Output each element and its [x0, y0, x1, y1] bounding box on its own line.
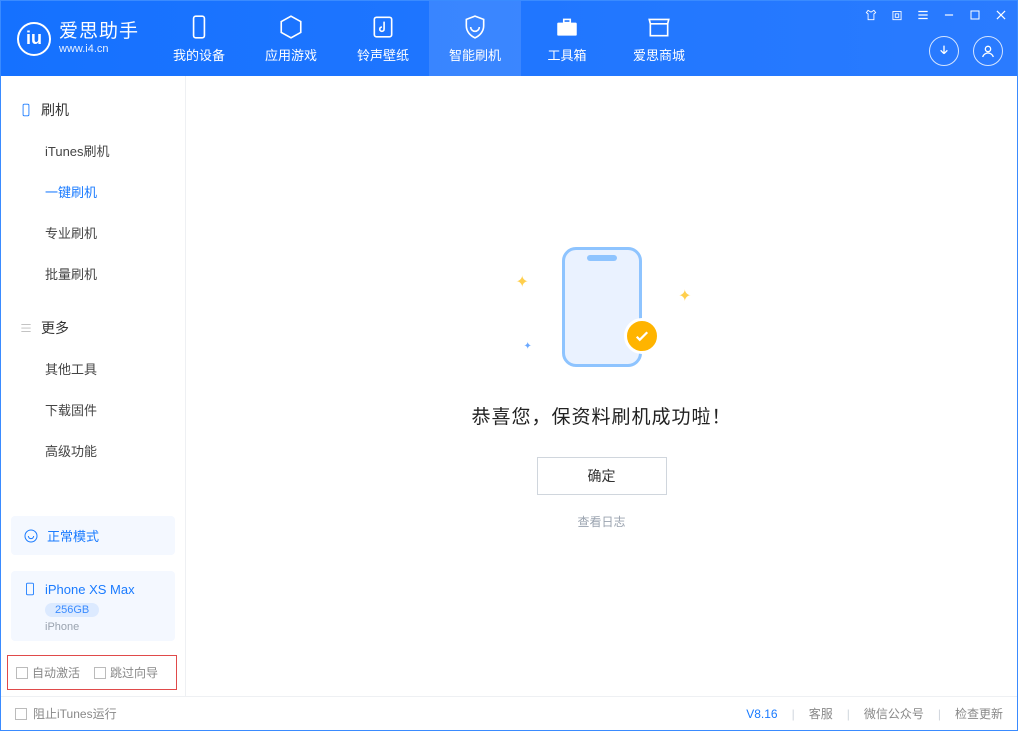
phone-icon [23, 581, 37, 597]
sidebar-item-download-firmware[interactable]: 下载固件 [1, 389, 185, 430]
header: iu 爱思助手 www.i4.cn 我的设备 应用游戏 铃声壁纸 智能刷机 [1, 1, 1017, 76]
download-icon[interactable] [929, 36, 959, 66]
app-name-en: www.i4.cn [59, 43, 139, 55]
nav-apps-games[interactable]: 应用游戏 [245, 1, 337, 76]
sparkle-icon: ✦ [524, 341, 532, 352]
minimize-button[interactable] [941, 7, 957, 23]
user-icon[interactable] [973, 36, 1003, 66]
close-button[interactable] [993, 7, 1009, 23]
device-icon [19, 103, 33, 117]
music-icon [369, 13, 397, 41]
device-capacity: 256GB [45, 603, 99, 617]
nav-label: 应用游戏 [265, 45, 317, 64]
window-controls [863, 7, 1009, 23]
logo[interactable]: iu 爱思助手 www.i4.cn [1, 22, 153, 56]
device-mode-label: 正常模式 [47, 526, 99, 545]
ok-button[interactable]: 确定 [537, 457, 667, 495]
options-highlight-box: 自动激活 跳过向导 [7, 655, 177, 690]
sidebar-group-label: 刷机 [41, 100, 69, 120]
device-info-box[interactable]: iPhone XS Max 256GB iPhone [11, 571, 175, 641]
sidebar-group-more: 更多 [1, 312, 185, 348]
nav-smart-flash[interactable]: 智能刷机 [429, 1, 521, 76]
store-icon [645, 13, 673, 41]
nav-ringtones-wallpapers[interactable]: 铃声壁纸 [337, 1, 429, 76]
logo-icon: iu [17, 22, 51, 56]
device-type: iPhone [45, 621, 163, 633]
nav-store[interactable]: 爱思商城 [613, 1, 705, 76]
sidebar-item-advanced[interactable]: 高级功能 [1, 430, 185, 471]
nav-toolbox[interactable]: 工具箱 [521, 1, 613, 76]
menu-icon[interactable] [915, 7, 931, 23]
sync-icon [23, 528, 39, 544]
nav-my-device[interactable]: 我的设备 [153, 1, 245, 76]
app-name-cn: 爱思助手 [59, 22, 139, 43]
success-message: 恭喜您，保资料刷机成功啦！ [471, 402, 731, 429]
sidebar-item-batch-flash[interactable]: 批量刷机 [1, 253, 185, 294]
device-mode-box[interactable]: 正常模式 [11, 516, 175, 555]
app-window: iu 爱思助手 www.i4.cn 我的设备 应用游戏 铃声壁纸 智能刷机 [0, 0, 1018, 731]
success-illustration: ✦ ✦ ✦ [512, 242, 692, 372]
list-icon [19, 321, 33, 335]
lock-icon[interactable] [889, 7, 905, 23]
nav-label: 铃声壁纸 [357, 45, 409, 64]
sparkle-icon: ✦ [516, 272, 529, 292]
header-action-icons [929, 36, 1003, 66]
checkbox-block-itunes[interactable]: 阻止iTunes运行 [15, 705, 117, 722]
nav-label: 爱思商城 [633, 45, 685, 64]
sparkle-icon: ✦ [678, 286, 691, 306]
check-badge-icon [624, 318, 660, 354]
sidebar-group-label: 更多 [41, 318, 69, 338]
sidebar-item-other-tools[interactable]: 其他工具 [1, 348, 185, 389]
nav-label: 智能刷机 [449, 45, 501, 64]
phone-icon [185, 13, 213, 41]
sidebar-group-flash: 刷机 [1, 94, 185, 130]
nav: 我的设备 应用游戏 铃声壁纸 智能刷机 工具箱 爱思商城 [153, 1, 705, 76]
checkbox-auto-activate[interactable]: 自动激活 [16, 664, 80, 681]
nav-label: 工具箱 [548, 45, 587, 64]
footer: 阻止iTunes运行 V8.16 | 客服 | 微信公众号 | 检查更新 [1, 696, 1017, 730]
nav-label: 我的设备 [173, 45, 225, 64]
main-content: ✦ ✦ ✦ 恭喜您，保资料刷机成功啦！ 确定 查看日志 [186, 76, 1017, 696]
sidebar-item-itunes-flash[interactable]: iTunes刷机 [1, 130, 185, 171]
footer-link-cs[interactable]: 客服 [809, 705, 833, 722]
footer-link-update[interactable]: 检查更新 [955, 705, 1003, 722]
checkbox-skip-wizard[interactable]: 跳过向导 [94, 664, 158, 681]
sidebar-item-onekey-flash[interactable]: 一键刷机 [1, 171, 185, 212]
device-name-label: iPhone XS Max [45, 582, 135, 597]
shirt-icon[interactable] [863, 7, 879, 23]
shield-sync-icon [461, 13, 489, 41]
sidebar: 刷机 iTunes刷机 一键刷机 专业刷机 批量刷机 更多 其他工具 下载固件 … [1, 76, 186, 696]
maximize-button[interactable] [967, 7, 983, 23]
footer-link-wechat[interactable]: 微信公众号 [864, 705, 924, 722]
briefcase-icon [553, 13, 581, 41]
view-log-link[interactable]: 查看日志 [577, 513, 625, 530]
sidebar-item-pro-flash[interactable]: 专业刷机 [1, 212, 185, 253]
version-label: V8.16 [746, 707, 777, 721]
cube-icon [277, 13, 305, 41]
body: 刷机 iTunes刷机 一键刷机 专业刷机 批量刷机 更多 其他工具 下载固件 … [1, 76, 1017, 696]
